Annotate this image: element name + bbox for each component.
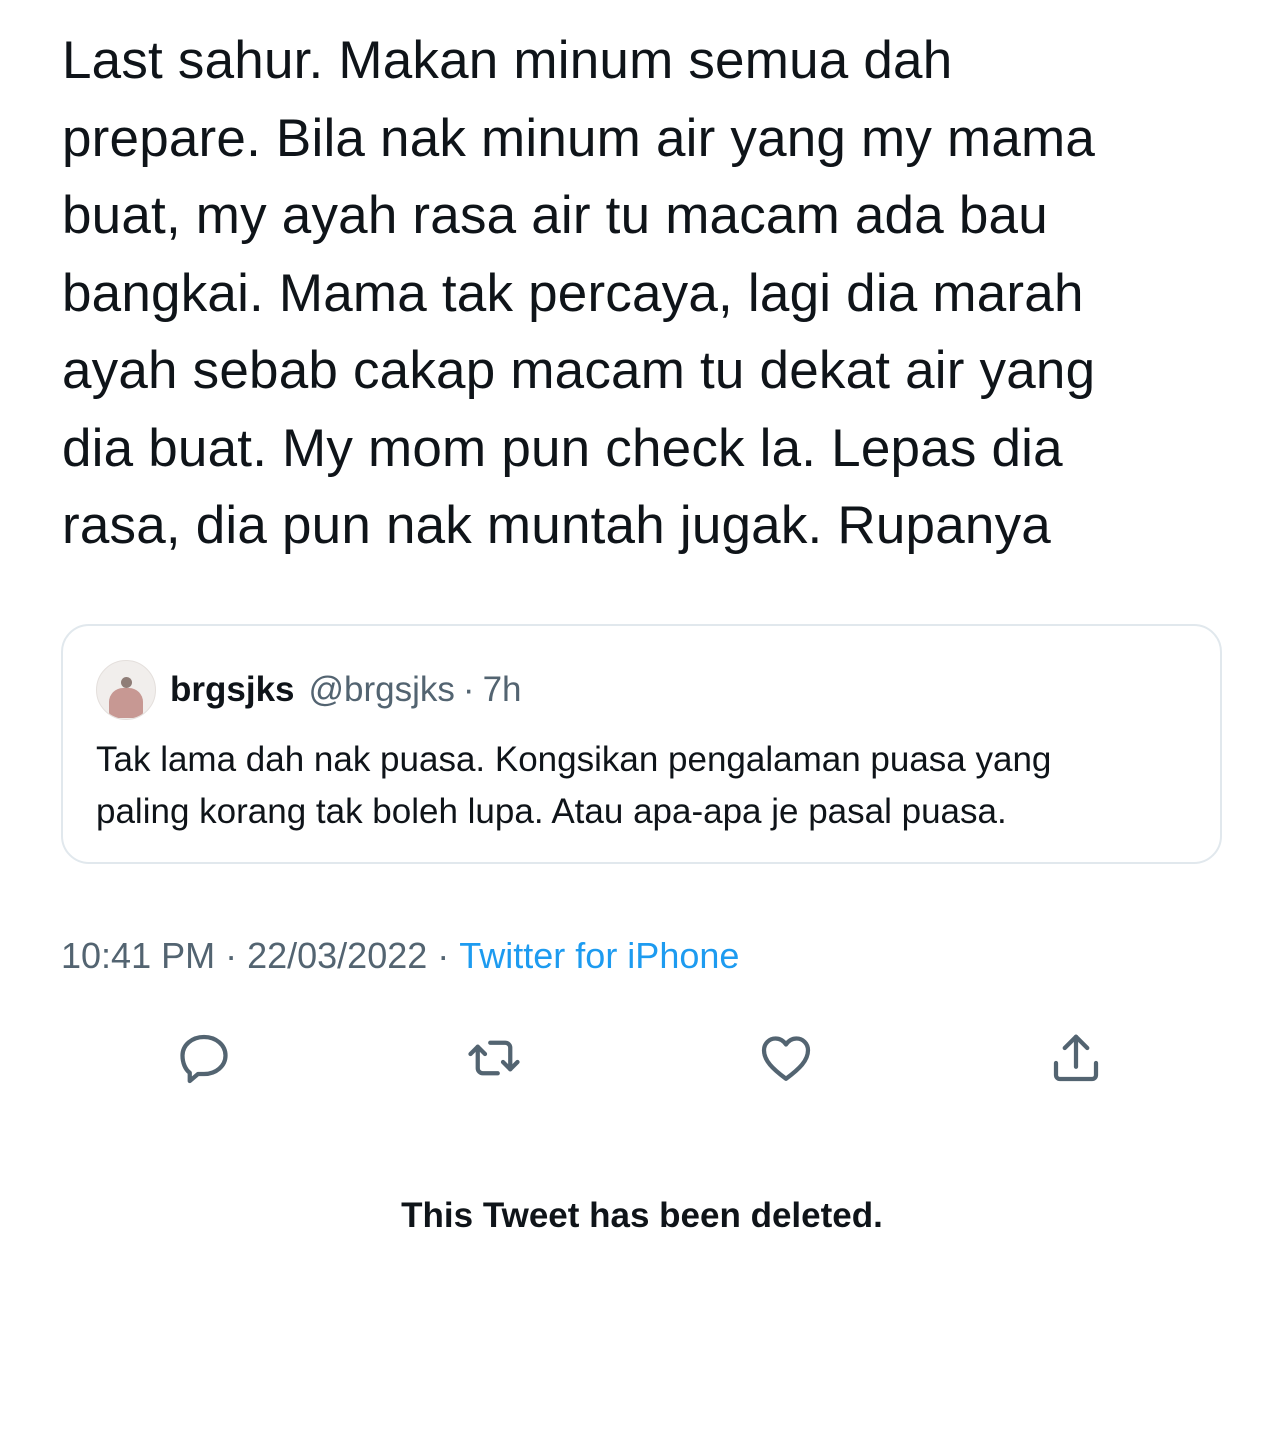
avatar[interactable] (96, 660, 156, 720)
reply-icon (180, 1034, 228, 1084)
tweet-date[interactable]: 22/03/2022 (247, 935, 427, 976)
quoted-tweet-time[interactable]: 7h (483, 670, 522, 710)
share-button[interactable] (1038, 1020, 1114, 1096)
tweet-text: Last sahur. Makan minum semua dah prepar… (62, 31, 1096, 555)
like-icon (761, 1036, 811, 1081)
tweet-meta: 10:41 PM · 22/03/2022 · Twitter for iPhone (61, 935, 739, 977)
dot-separator: · (437, 935, 450, 976)
deleted-tweet-notice: This Tweet has been deleted. (401, 1196, 883, 1235)
tweet-source-link[interactable]: Twitter for iPhone (459, 935, 739, 976)
tweet-actions-bar (0, 1020, 1284, 1100)
quoted-tweet-text: Tak lama dah nak puasa. Kongsikan pengal… (96, 740, 1052, 831)
tweet-time[interactable]: 10:41 PM (61, 935, 215, 976)
like-button[interactable] (748, 1020, 824, 1096)
dot-separator: · (225, 935, 238, 976)
reply-button[interactable] (166, 1020, 242, 1096)
avatar-head-shape (121, 677, 132, 688)
avatar-body-shape (109, 688, 143, 718)
share-icon (1053, 1034, 1099, 1082)
quoted-tweet-header: brgsjks @brgsjks · 7h (96, 660, 522, 720)
retweet-button[interactable] (456, 1020, 532, 1096)
dot-separator: · (462, 670, 475, 709)
quoted-author-handle[interactable]: @brgsjks (309, 670, 455, 710)
quoted-author-name[interactable]: brgsjks (170, 670, 295, 710)
quoted-tweet-card[interactable]: brgsjks @brgsjks · 7h Tak lama dah nak p… (61, 624, 1222, 864)
retweet-icon (468, 1040, 520, 1076)
